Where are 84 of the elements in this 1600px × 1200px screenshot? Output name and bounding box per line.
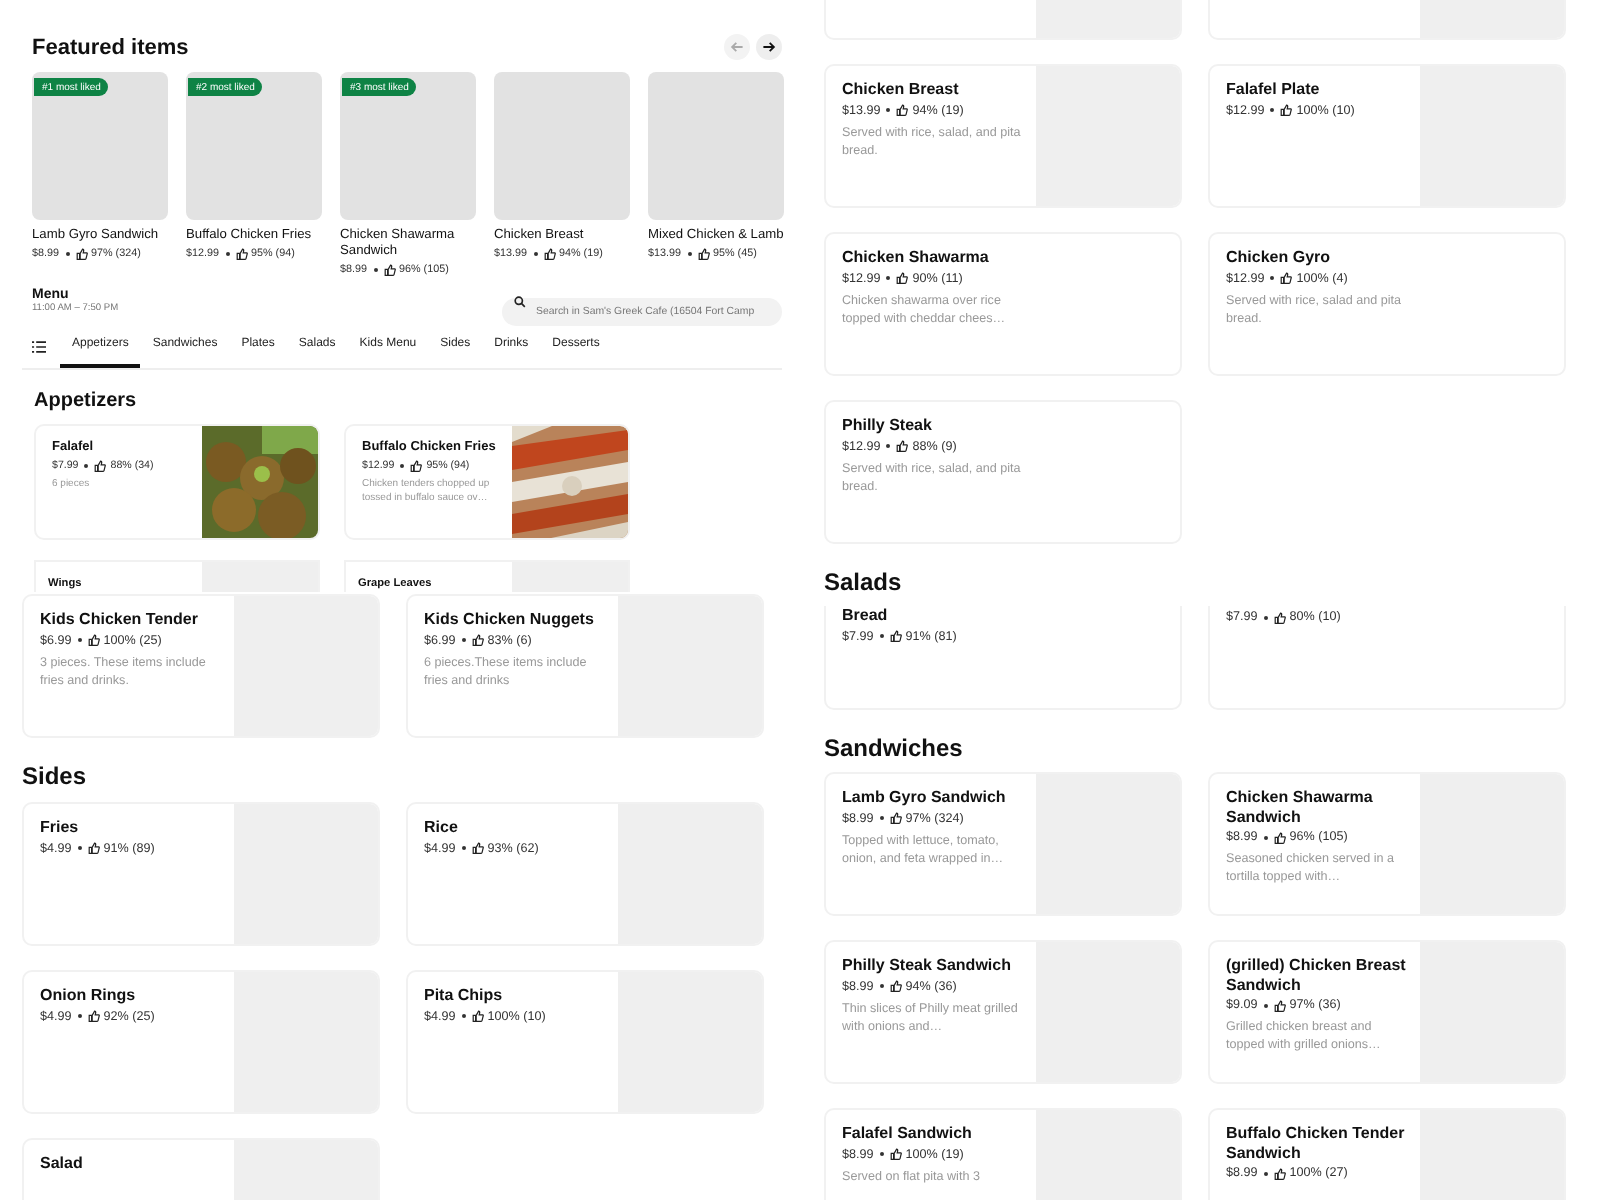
- arrow-icon: [730, 40, 744, 54]
- separator-dot: [77, 638, 82, 643]
- thumbs-up-icon: [697, 247, 709, 260]
- item-name: Chicken Breast: [842, 80, 961, 100]
- separator-dot: [533, 251, 537, 256]
- thumbs-up-icon: [471, 842, 484, 855]
- thumbs-up-icon: [1273, 1167, 1286, 1180]
- section-heading: Featured items: [32, 35, 189, 59]
- thumbs-up-icon: [896, 440, 909, 453]
- item-name: Chicken Gyro: [1226, 248, 1333, 268]
- separator-dot: [879, 984, 884, 989]
- thumbs-up-icon: [896, 104, 909, 117]
- thumbs-up-icon: [75, 247, 87, 260]
- section-heading: Salads: [824, 566, 904, 600]
- thumbs-up-icon: [383, 263, 395, 276]
- item-name: Chicken Shawarma: [842, 248, 991, 268]
- section-heading: Sandwiches: [824, 732, 965, 766]
- thumbs-up-icon: [1280, 104, 1293, 117]
- item-name: Chicken Shawarma Sandwich: [1226, 788, 1375, 827]
- thumbs-up-icon: [471, 634, 484, 647]
- separator-dot: [879, 816, 884, 821]
- item-name: Fries: [40, 818, 81, 838]
- item-name: Falafel Plate: [1226, 80, 1322, 100]
- item-name: Rice: [424, 818, 460, 838]
- separator-dot: [84, 463, 89, 468]
- thumbs-up-icon: [1273, 999, 1286, 1012]
- separator-dot: [461, 846, 466, 851]
- item-name: Kids Chicken Tender: [40, 610, 200, 630]
- item-name: Falafel Sandwich: [842, 1124, 974, 1144]
- separator-dot: [886, 444, 891, 449]
- separator-dot: [1270, 108, 1275, 113]
- item-name: Buffalo Chicken Tender Sandwich: [1226, 1124, 1407, 1163]
- image-placeholder[interactable]: [494, 72, 630, 220]
- separator-dot: [886, 108, 891, 113]
- thumbs-up-icon: [1280, 272, 1293, 285]
- separator-dot: [77, 846, 82, 851]
- thumbs-up-icon: [94, 459, 107, 472]
- thumbs-up-icon: [87, 634, 100, 647]
- thumbs-up-icon: [87, 842, 100, 855]
- thumbs-up-icon: [235, 247, 247, 260]
- thumbs-up-icon: [889, 630, 902, 643]
- image-placeholder[interactable]: [648, 72, 784, 220]
- item-name: Philly Steak: [842, 416, 934, 436]
- item-name: Lamb Gyro Sandwich: [842, 788, 1008, 808]
- thumbs-up-icon: [889, 1148, 902, 1161]
- thumbs-up-icon: [543, 247, 555, 260]
- thumbs-up-icon: [410, 459, 423, 472]
- thumbs-up-icon: [889, 812, 902, 825]
- search-icon: [514, 296, 526, 308]
- section-heading: Sides: [22, 760, 89, 794]
- separator-dot: [1270, 276, 1275, 281]
- separator-dot: [1263, 1003, 1268, 1008]
- item-name: Kids Chicken Nuggets: [424, 610, 596, 630]
- item-name: Salad: [40, 1154, 85, 1174]
- separator-dot: [687, 251, 691, 256]
- thumbs-up-icon: [87, 1010, 100, 1023]
- separator-dot: [461, 1014, 466, 1019]
- separator-dot: [879, 634, 884, 639]
- separator-dot: [65, 251, 69, 256]
- thumbs-up-icon: [1273, 611, 1286, 623]
- item-card[interactable]: Salad: [22, 1138, 380, 1200]
- separator-dot: [1263, 1171, 1268, 1176]
- thumbs-up-icon: [889, 980, 902, 993]
- list-icon[interactable]: [32, 339, 46, 353]
- item-name: Philly Steak Sandwich: [842, 956, 1013, 976]
- thumbs-up-icon: [1273, 831, 1286, 844]
- item-name: Bread: [842, 606, 890, 626]
- separator-dot: [225, 251, 229, 256]
- item-name: Onion Rings: [40, 986, 138, 1006]
- item-name: Pita Chips: [424, 986, 505, 1006]
- next-button[interactable]: [756, 34, 782, 60]
- arrow-icon: [762, 40, 776, 54]
- separator-dot: [1263, 835, 1268, 840]
- separator-dot: [373, 267, 377, 272]
- separator-dot: [400, 463, 405, 468]
- separator-dot: [886, 276, 891, 281]
- separator-dot: [77, 1014, 82, 1019]
- separator-dot: [1263, 615, 1268, 619]
- separator-dot: [461, 638, 466, 643]
- separator-dot: [879, 1152, 884, 1157]
- thumbs-up-icon: [471, 1010, 484, 1023]
- item-name: (grilled) Chicken Breast Sandwich: [1226, 956, 1408, 995]
- thumbs-up-icon: [896, 272, 909, 285]
- section-heading: Appetizers: [32, 388, 139, 416]
